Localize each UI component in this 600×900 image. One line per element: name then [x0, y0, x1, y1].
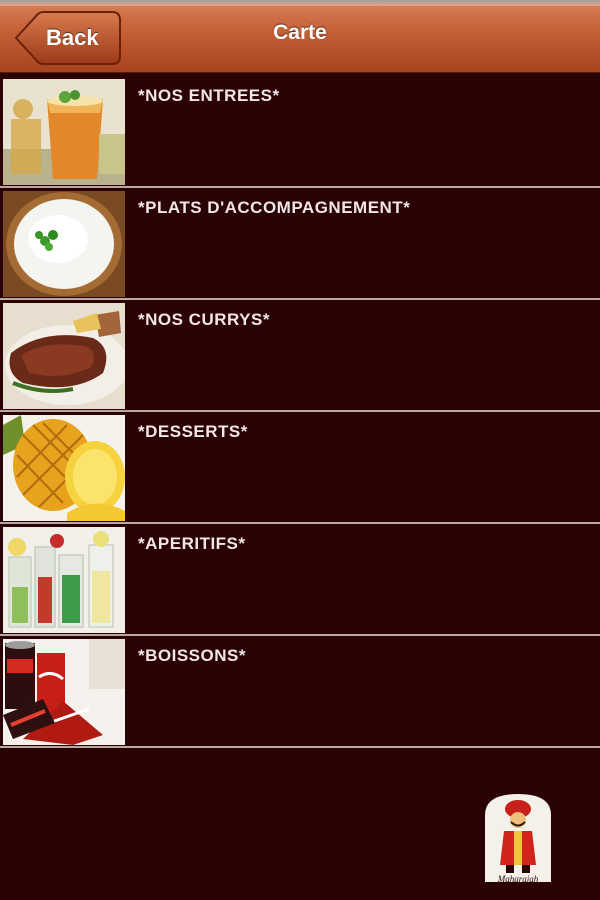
maharajah-logo: Maharajah: [478, 787, 558, 887]
category-label: *NOS ENTREES*: [138, 86, 280, 105]
navigation-bar: Back Carte: [0, 0, 600, 73]
starter-drink-image: [3, 79, 125, 185]
category-item-currys[interactable]: *NOS CURRYS*: [0, 300, 600, 412]
category-list: *NOS ENTREES* *PLATS D'ACCOMPAGNEMENT* *…: [0, 76, 600, 748]
category-label: *APERITIFS*: [138, 534, 246, 553]
category-item-boissons[interactable]: *BOISSONS*: [0, 636, 600, 748]
pineapple-image: [3, 415, 125, 521]
category-item-desserts[interactable]: *DESSERTS*: [0, 412, 600, 524]
category-label: *NOS CURRYS*: [138, 310, 270, 329]
curry-meat-image: [3, 303, 125, 409]
category-label: *DESSERTS*: [138, 422, 248, 441]
category-item-accompagnement[interactable]: *PLATS D'ACCOMPAGNEMENT*: [0, 188, 600, 300]
category-label: *BOISSONS*: [138, 646, 246, 665]
svg-text:Maharajah: Maharajah: [497, 874, 539, 884]
category-item-entrees[interactable]: *NOS ENTREES*: [0, 76, 600, 188]
page-title: Carte: [273, 21, 327, 44]
soda-cans-image: [3, 639, 125, 745]
cocktails-image: [3, 527, 125, 633]
rice-bowl-image: [3, 191, 125, 297]
category-item-aperitifs[interactable]: *APERITIFS*: [0, 524, 600, 636]
category-label: *PLATS D'ACCOMPAGNEMENT*: [138, 198, 411, 217]
